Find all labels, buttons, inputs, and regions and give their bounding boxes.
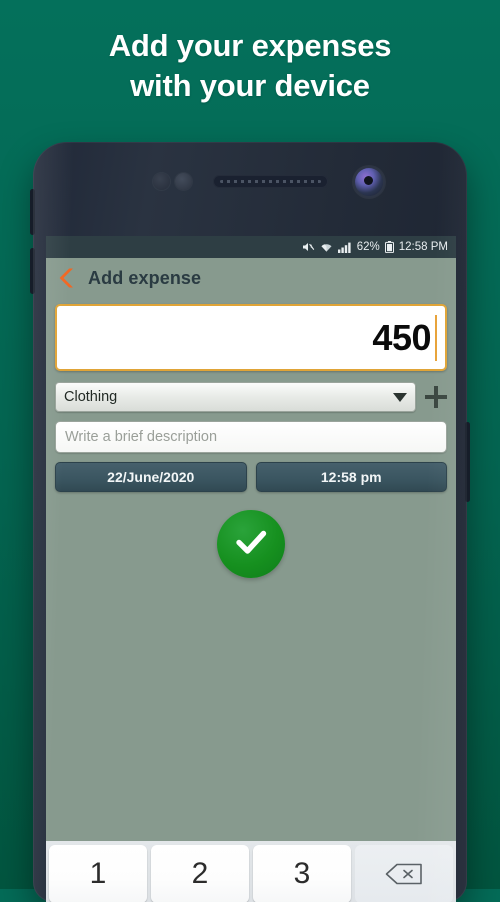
backspace-key[interactable] [355, 845, 453, 902]
checkmark-icon [230, 521, 272, 568]
key-3[interactable]: 3 [253, 845, 351, 902]
battery-icon [384, 241, 394, 253]
phone-device: 62% 12:58 PM Add expense 450 Clothing Wr… [30, 142, 470, 902]
wifi-icon [320, 242, 333, 253]
volume-down-button[interactable] [30, 248, 35, 294]
light-sensor-icon [175, 173, 192, 190]
promo-headline: Add your expenses with your device [0, 26, 500, 107]
power-button[interactable] [465, 422, 470, 502]
numeric-keyboard: 123456Sig.789. [46, 841, 456, 902]
app-bar: Add expense [46, 258, 456, 298]
category-selected-value: Clothing [64, 389, 118, 405]
phone-screen: 62% 12:58 PM Add expense 450 Clothing Wr… [46, 236, 456, 902]
description-input[interactable]: Write a brief description [55, 421, 447, 453]
back-chevron-icon[interactable] [56, 266, 76, 290]
date-picker-button[interactable]: 22/June/2020 [55, 462, 247, 492]
description-placeholder: Write a brief description [65, 429, 218, 445]
key-2[interactable]: 2 [151, 845, 249, 902]
battery-percent-label: 62% [356, 241, 380, 253]
date-time-row: 22/June/2020 12:58 pm [55, 462, 447, 492]
status-clock: 12:58 PM [398, 241, 448, 253]
page-title: Add expense [88, 267, 202, 288]
headline-line-2: with your device [130, 68, 370, 104]
amount-value: 450 [372, 316, 431, 358]
chevron-down-icon [393, 392, 407, 402]
front-camera-icon [355, 168, 383, 196]
key-1[interactable]: 1 [49, 845, 147, 902]
cellular-signal-icon [337, 242, 352, 253]
backspace-icon [385, 863, 422, 885]
save-expense-button[interactable] [217, 510, 285, 578]
proximity-sensor-icon [153, 173, 170, 190]
mute-icon [302, 241, 315, 253]
keyboard-row: 123 [49, 845, 453, 902]
status-bar: 62% 12:58 PM [46, 236, 456, 258]
add-category-button[interactable] [425, 386, 447, 408]
headline-line-1: Add your expenses [108, 28, 392, 63]
phone-top-bezel [33, 142, 467, 228]
earpiece-speaker-icon [213, 175, 328, 188]
confirm-row [46, 510, 456, 578]
time-picker-button[interactable]: 12:58 pm [255, 462, 447, 492]
text-caret [435, 314, 437, 361]
category-row: Clothing [55, 382, 447, 412]
amount-input[interactable]: 450 [55, 304, 447, 371]
category-dropdown[interactable]: Clothing [55, 382, 416, 412]
